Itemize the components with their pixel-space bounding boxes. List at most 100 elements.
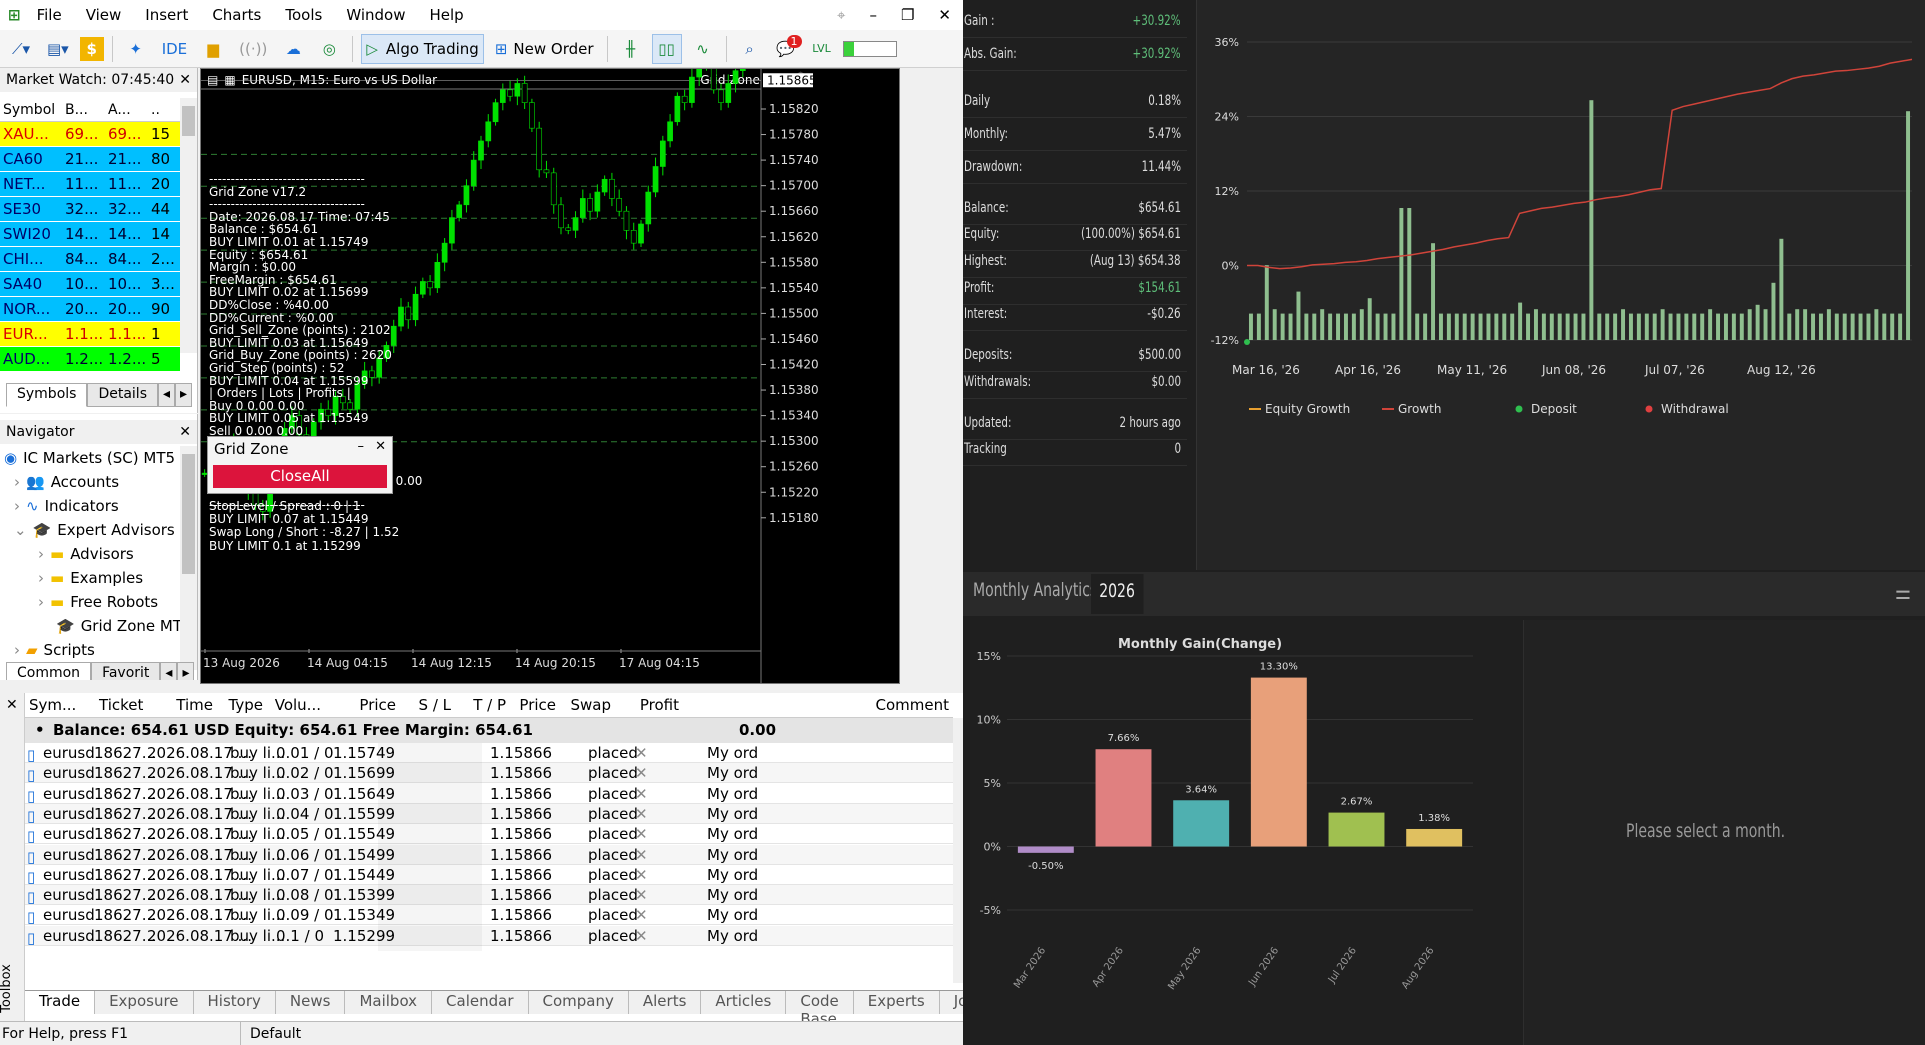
- table-row[interactable]: ▯ eurusd 18627... 2026.08.17 ... buy li... 0.…: [25, 803, 953, 829]
- notifications-icon[interactable]: 💬 1: [771, 34, 802, 64]
- tab-trade[interactable]: Trade: [25, 991, 96, 1014]
- tab-experts[interactable]: Experts: [854, 991, 940, 1014]
- tab-alerts[interactable]: Alerts: [629, 991, 702, 1014]
- search-icon[interactable]: ⌕: [735, 34, 765, 64]
- column-header[interactable]: Volu...: [271, 696, 321, 714]
- line-chart-icon[interactable]: ∿: [688, 34, 718, 64]
- legend-label[interactable]: Equity Growth: [1265, 402, 1350, 416]
- nav-accounts[interactable]: › 👥 Accounts: [14, 470, 119, 494]
- nav-grid-zone[interactable]: 🎓 Grid Zone MT: [56, 614, 182, 638]
- table-row[interactable]: ▯ eurusd 18627... 2026.08.17 ... buy li... 0.…: [25, 905, 953, 931]
- column-header[interactable]: Time: [152, 696, 213, 714]
- minimize-icon[interactable]: –: [857, 6, 889, 24]
- nav-advisors[interactable]: › ▬ Advisors: [38, 542, 134, 566]
- table-row[interactable]: ▯ eurusd 18627... 2026.08.17 ... buy li... 0.…: [25, 743, 953, 768]
- column-header[interactable]: Swap: [564, 696, 611, 714]
- scrollbar[interactable]: [180, 98, 197, 353]
- bag-icon[interactable]: ▆: [198, 34, 228, 64]
- tab-history[interactable]: History: [194, 991, 276, 1014]
- legend-label[interactable]: Deposit: [1531, 402, 1577, 416]
- cancel-order-icon[interactable]: ✕: [635, 845, 648, 865]
- scroll-right-icon[interactable]: ▸: [175, 383, 193, 407]
- restore-icon[interactable]: ❐: [889, 6, 926, 24]
- new-order-button[interactable]: ⊞ New Order: [490, 34, 599, 64]
- tab-code-base[interactable]: Code Base: [786, 991, 854, 1028]
- nav-indicators[interactable]: › ∿ Indicators: [14, 494, 119, 518]
- chart-window[interactable]: ▤ ▦ EURUSD, M15: Euro vs US Dollar Grid Zo…: [200, 68, 900, 684]
- menu-file[interactable]: File: [25, 6, 74, 24]
- tab-company[interactable]: Company: [529, 991, 629, 1014]
- tab-articles[interactable]: Articles: [701, 991, 787, 1014]
- monthly-bar[interactable]: [1017, 846, 1074, 853]
- cancel-order-icon[interactable]: ✕: [635, 824, 648, 844]
- cancel-order-icon[interactable]: ✕: [635, 905, 648, 925]
- market-watch-row[interactable]: NOR... 20... 20... 90: [0, 297, 180, 322]
- column-header[interactable]: Comment: [687, 696, 950, 714]
- monthly-bar[interactable]: [1095, 749, 1152, 847]
- monthly-bar[interactable]: [1406, 828, 1463, 847]
- cancel-order-icon[interactable]: ✕: [635, 885, 648, 905]
- cancel-order-icon[interactable]: ✕: [635, 743, 648, 763]
- scrollbar[interactable]: [180, 446, 197, 670]
- tab-details[interactable]: Details: [87, 383, 158, 407]
- tab-mailbox[interactable]: Mailbox: [345, 991, 433, 1014]
- market-watch-row[interactable]: NET... 11... 11... 20: [0, 172, 180, 197]
- close-icon[interactable]: ✕: [375, 439, 386, 454]
- tab-common[interactable]: Common: [6, 662, 92, 680]
- close-icon[interactable]: ✕: [926, 6, 963, 24]
- sparkle-icon[interactable]: ✦: [121, 34, 151, 64]
- table-row[interactable]: ▯ eurusd 18627... 2026.08.17 ... buy li... 0.…: [25, 763, 953, 789]
- tab-favorites[interactable]: Favorit: [91, 662, 161, 680]
- menu-help[interactable]: Help: [417, 6, 475, 24]
- market-watch-row[interactable]: SWI20 14... 14... 14: [0, 222, 180, 247]
- column-header[interactable]: S / L: [404, 696, 451, 714]
- menu-view[interactable]: View: [74, 6, 134, 24]
- nav-scripts[interactable]: › ▰ Scripts: [14, 638, 95, 662]
- cancel-order-icon[interactable]: ✕: [635, 804, 648, 824]
- table-row[interactable]: ▯ eurusd 18627... 2026.08.17 ... buy li... 0.…: [25, 824, 953, 850]
- legend-label[interactable]: Growth: [1398, 402, 1441, 416]
- minimize-icon[interactable]: –: [358, 439, 365, 454]
- column-header[interactable]: Sym...: [29, 696, 89, 714]
- cancel-order-icon[interactable]: ✕: [635, 865, 648, 885]
- monthly-bar[interactable]: [1250, 677, 1307, 847]
- market-watch-row[interactable]: SA40 10... 10... 3...: [0, 272, 180, 297]
- nav-expert-advisors[interactable]: ⌄ 🎓 Expert Advisors: [14, 518, 175, 542]
- nav-broker[interactable]: ◉ IC Markets (SC) MT5: [4, 446, 175, 470]
- close-icon[interactable]: ✕: [179, 424, 191, 440]
- market-watch-row[interactable]: AUD... 1.2... 1.2... 5: [0, 347, 180, 372]
- scroll-right-icon[interactable]: ▸: [177, 662, 195, 680]
- close-all-button[interactable]: CloseAll: [213, 465, 387, 488]
- monthly-bar[interactable]: [1328, 812, 1385, 847]
- column-header[interactable]: T / P: [459, 696, 506, 714]
- market-watch-row[interactable]: CHI... 84... 84... 2...: [0, 247, 180, 272]
- column-header[interactable]: Ticket: [99, 696, 144, 714]
- nav-free-robots[interactable]: › ▬ Free Robots: [38, 590, 158, 614]
- tab-news[interactable]: News: [276, 991, 346, 1014]
- menu-window[interactable]: Window: [334, 6, 417, 24]
- table-row[interactable]: ▯ eurusd 18627... 2026.08.17 ... buy li... 0.…: [25, 885, 953, 911]
- year-tab[interactable]: 2026: [1091, 574, 1144, 614]
- profiles-icon[interactable]: ▤▾: [42, 34, 74, 64]
- monthly-bar[interactable]: [1173, 800, 1230, 847]
- legend-label[interactable]: Withdrawal: [1661, 402, 1729, 416]
- level-icon[interactable]: LVL: [807, 34, 837, 64]
- column-header[interactable]: Profit: [619, 696, 679, 714]
- pin-icon[interactable]: ⌖: [825, 6, 857, 24]
- market-watch-row[interactable]: XAU... 69... 69... 15: [0, 122, 180, 147]
- menu-charts[interactable]: Charts: [200, 6, 273, 24]
- tab-journal[interactable]: Journal: [940, 991, 963, 1014]
- cloud-icon[interactable]: ☁: [278, 34, 308, 64]
- scrollbar[interactable]: [953, 718, 963, 983]
- tab-exposure[interactable]: Exposure: [95, 991, 194, 1014]
- filter-icon[interactable]: ⚌: [1895, 580, 1911, 604]
- menu-insert[interactable]: Insert: [133, 6, 200, 24]
- column-header[interactable]: Price: [329, 696, 396, 714]
- ide-button[interactable]: IDE: [157, 34, 192, 64]
- bar-chart-icon[interactable]: ╫: [616, 34, 646, 64]
- globe-icon[interactable]: ◎: [314, 34, 344, 64]
- market-watch-row[interactable]: CA60 21... 21... 80: [0, 147, 180, 172]
- signal-icon[interactable]: ((·)): [234, 34, 272, 64]
- algo-trading-button[interactable]: ▷ Algo Trading: [361, 33, 484, 64]
- menu-tools[interactable]: Tools: [273, 6, 334, 24]
